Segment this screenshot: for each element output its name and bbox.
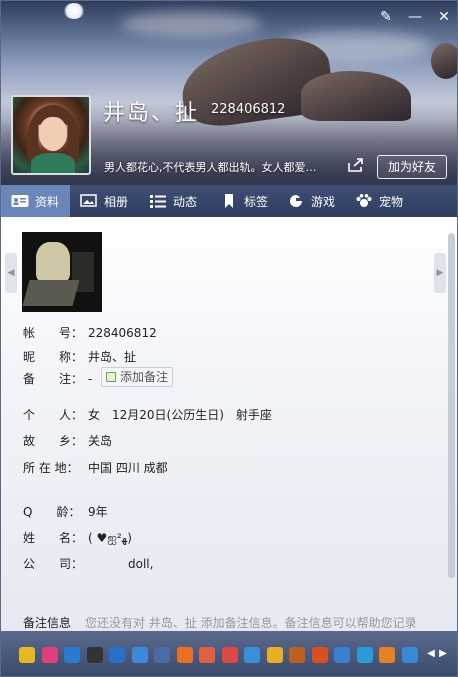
- cartoon-icon[interactable]: [289, 647, 305, 663]
- security-shield-icon[interactable]: [109, 647, 125, 663]
- remark-row: 备 注： -: [23, 370, 92, 387]
- account-value: 228406812: [88, 326, 157, 340]
- star-icon[interactable]: [19, 647, 35, 663]
- wallet-icon[interactable]: [266, 647, 283, 663]
- app-store-icon[interactable]: [41, 647, 58, 663]
- prev-arrow-button[interactable]: ◀: [5, 253, 17, 293]
- tab-label: 资料: [35, 194, 60, 209]
- skin-button[interactable]: ✎: [377, 9, 395, 25]
- tab-games[interactable]: 游戏: [277, 185, 345, 217]
- nickname-row: 昵 称： 井岛、扯: [23, 348, 136, 365]
- close-button[interactable]: ✕: [435, 9, 453, 25]
- person-row: 个 人： 女 12月20日(公历生日) 射手座: [23, 406, 272, 423]
- location-label: 所 在 地：: [23, 461, 79, 475]
- feed-list-icon: [149, 194, 167, 208]
- fox-icon[interactable]: [379, 647, 395, 663]
- remark-label: 备 注：: [23, 372, 84, 386]
- qq-number: 228406812: [211, 102, 286, 117]
- profile-card-icon: [11, 194, 29, 208]
- taskbar-prev-arrow[interactable]: ◀: [426, 645, 436, 663]
- remark-info-title: 备注信息: [23, 616, 72, 630]
- photo-ground: [22, 280, 80, 306]
- rock-decoration: [431, 43, 457, 79]
- location-row: 所 在 地： 中国 四川 成都: [23, 459, 168, 476]
- moon-decoration: [63, 3, 85, 19]
- remark-info: 备注信息 您还没有对 井岛、扯 添加备注信息。备注信息可以帮助您记录: [23, 614, 417, 631]
- cloud-decoration: [121, 11, 261, 37]
- name-row: 姓 名： ( ♥ஐﻬ²): [23, 529, 132, 547]
- profile-photo[interactable]: [22, 232, 102, 312]
- tab-label: 相册: [104, 194, 129, 209]
- cloud-drive-icon[interactable]: [401, 647, 418, 663]
- name-value: ( ♥ஐﻬ²): [88, 531, 132, 545]
- bookmark-icon: [220, 194, 238, 208]
- qage-label: Q 龄：: [23, 505, 81, 519]
- phone-icon[interactable]: [334, 647, 350, 663]
- game-cube-icon[interactable]: [221, 647, 238, 663]
- hometown-value: 关岛: [88, 434, 113, 448]
- tab-bar: 资料 相册 动态 标签 游戏 宠物: [1, 185, 457, 217]
- qq-music-icon[interactable]: [356, 647, 373, 663]
- google-icon[interactable]: [176, 647, 193, 663]
- profile-window: ✎ — ✕ 井岛、扯 228406812 男人都花心,不代表男人都出轨。女人都爱…: [0, 0, 458, 677]
- tab-tags[interactable]: 标签: [210, 185, 277, 217]
- avatar-dress: [31, 153, 75, 173]
- app-taskbar: ◀ ▶: [1, 631, 457, 676]
- avatar-face: [39, 117, 67, 151]
- remark-info-text: 您还没有对 井岛、扯 添加备注信息。备注信息可以帮助您记录: [85, 616, 417, 630]
- hometown-label: 故 乡：: [23, 434, 84, 448]
- edit-note-icon: [106, 372, 116, 382]
- remark-value: -: [88, 372, 93, 386]
- add-remark-button[interactable]: 添加备注: [101, 367, 174, 387]
- account-label: 帐 号：: [23, 326, 84, 340]
- company-row: 公 司： doll,: [23, 555, 153, 572]
- person-label: 个 人：: [23, 408, 84, 422]
- tab-label: 游戏: [311, 194, 336, 209]
- location-value: 中国 四川 成都: [88, 461, 168, 475]
- qage-row: Q 龄： 9年: [23, 503, 108, 520]
- nickname: 井岛、扯: [103, 101, 200, 126]
- avatar[interactable]: [11, 95, 91, 175]
- qage-value: 9年: [88, 505, 108, 519]
- name-label: 姓 名：: [23, 531, 84, 545]
- photo-album-icon: [80, 194, 98, 208]
- tab-pets[interactable]: 宠物: [345, 185, 415, 217]
- company-value: doll,: [128, 557, 154, 571]
- tab-feed[interactable]: 动态: [139, 185, 210, 217]
- kite-icon[interactable]: [244, 647, 260, 663]
- taskbar-next-arrow[interactable]: ▶: [438, 645, 448, 663]
- pai-icon[interactable]: [131, 647, 148, 663]
- qq-mail-icon[interactable]: [64, 647, 80, 663]
- person-value: 女 12月20日(公历生日) 射手座: [88, 408, 272, 422]
- tab-label: 动态: [173, 194, 198, 209]
- next-arrow-button[interactable]: ▶: [434, 253, 446, 293]
- rock-decoration: [301, 71, 411, 121]
- game-icon: [287, 194, 305, 208]
- photo-figure: [36, 242, 70, 282]
- nickname-value: 井岛、扯: [88, 350, 137, 364]
- signature[interactable]: 男人都花心,不代表男人都出轨。女人都爱…: [104, 159, 336, 175]
- pet-face-icon[interactable]: [311, 647, 328, 663]
- add-friend-button[interactable]: 加为好友: [377, 155, 447, 179]
- share-icon[interactable]: [346, 157, 366, 175]
- add-remark-label: 添加备注: [120, 370, 169, 384]
- scrollbar[interactable]: [448, 233, 455, 578]
- account-row: 帐 号： 228406812: [23, 324, 157, 341]
- minimize-button[interactable]: —: [406, 9, 424, 25]
- penguin-icon[interactable]: [86, 647, 103, 663]
- mail-icon[interactable]: [154, 647, 170, 663]
- tab-label: 宠物: [379, 194, 404, 209]
- pet-icon: [355, 194, 373, 208]
- hometown-row: 故 乡： 关岛: [23, 432, 112, 449]
- tab-album[interactable]: 相册: [70, 185, 139, 217]
- profile-header: ✎ — ✕ 井岛、扯 228406812 男人都花心,不代表男人都出轨。女人都爱…: [1, 1, 457, 185]
- company-label: 公 司：: [23, 557, 84, 571]
- tab-label: 标签: [244, 194, 269, 209]
- nickname-label: 昵 称：: [23, 350, 84, 364]
- tab-profile[interactable]: 资料: [1, 185, 70, 217]
- face-icon[interactable]: [199, 647, 215, 663]
